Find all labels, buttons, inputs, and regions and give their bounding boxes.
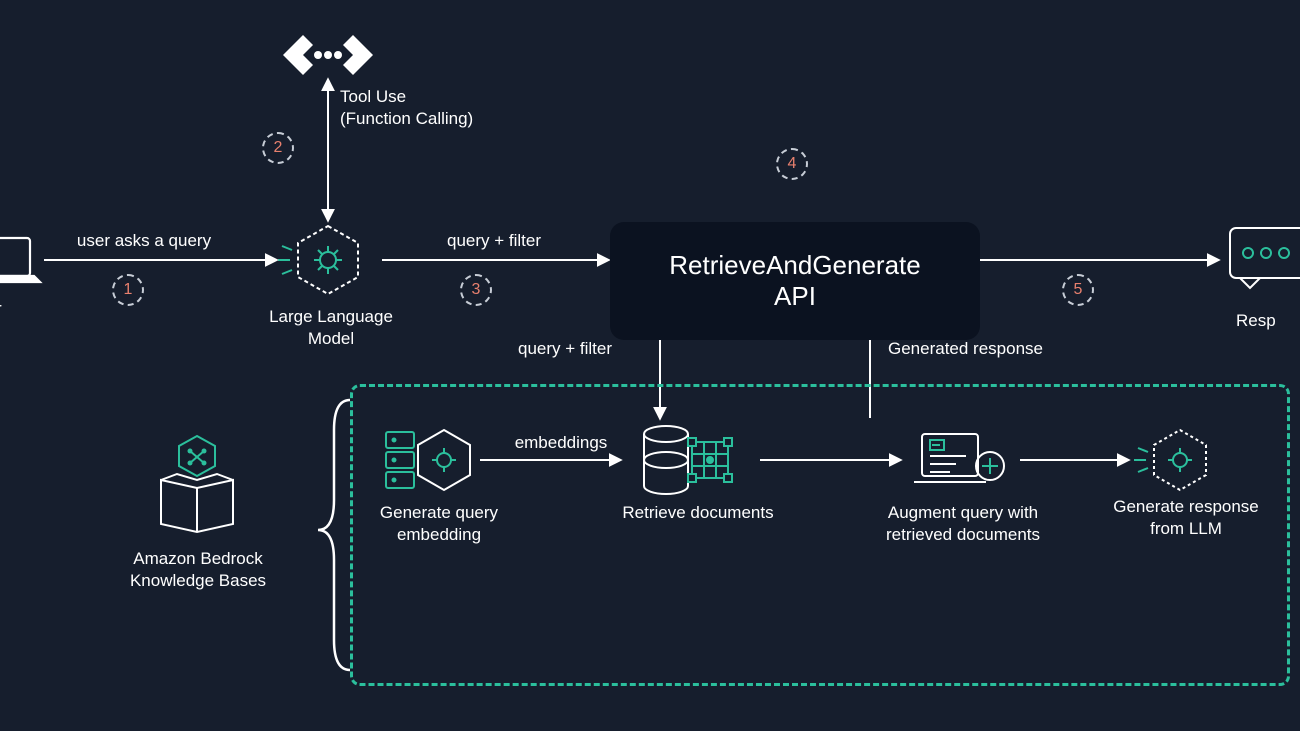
label-query-filter-top: query + filter [414, 230, 574, 252]
label-gen-embedding: Generate query embedding [354, 502, 524, 546]
api-label: RetrieveAndGenerate API [669, 250, 920, 311]
api-box: RetrieveAndGenerate API [610, 222, 980, 340]
label-embeddings: embeddings [496, 432, 626, 454]
label-generated-response: Generated response [888, 338, 1108, 360]
label-tool-use: Tool Use (Function Calling) [340, 86, 520, 130]
kb-book-icon [161, 436, 233, 532]
label-retrieve-docs: Retrieve documents [598, 502, 798, 524]
laptop-icon [0, 238, 40, 282]
llm-gear-icon [278, 226, 358, 294]
code-brackets-icon [283, 35, 373, 75]
brace-icon [318, 400, 350, 670]
label-gen-response: Generate response from LLM [1096, 496, 1276, 540]
step-4-badge: 4 [776, 148, 808, 180]
step-3-badge: 3 [460, 274, 492, 306]
label-augment: Augment query with retrieved documents [858, 502, 1068, 546]
chat-response-icon [1230, 228, 1300, 288]
step-5-badge: 5 [1062, 274, 1094, 306]
label-llm: Large Language Model [256, 306, 406, 350]
step-2-badge: 2 [262, 132, 294, 164]
label-user-query: user asks a query [54, 230, 234, 252]
label-user-suffix: r [0, 298, 26, 320]
label-response-prefix: Resp [1236, 310, 1300, 332]
label-kb: Amazon Bedrock Knowledge Bases [118, 548, 278, 592]
label-query-filter-down: query + filter [518, 338, 678, 360]
step-1-badge: 1 [112, 274, 144, 306]
